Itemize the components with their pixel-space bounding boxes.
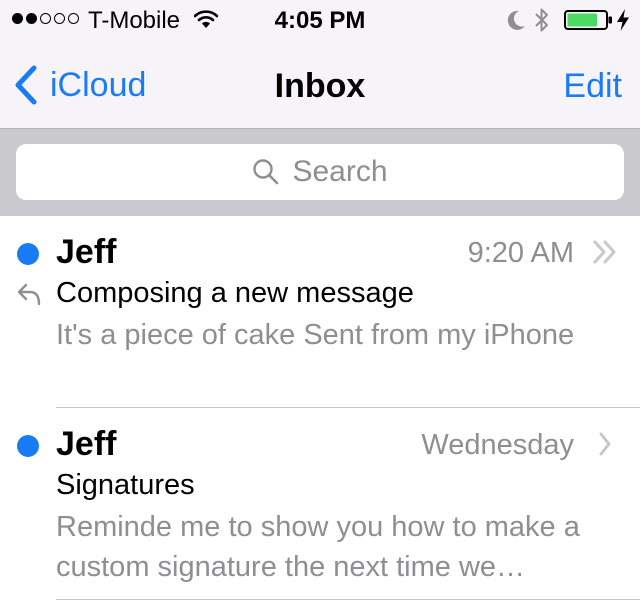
search-bar: Search xyxy=(0,128,640,216)
unread-indicator xyxy=(17,435,39,457)
mail-inbox-screen: T-Mobile 4:05 PM iCloud Inbox Edit Searc… xyxy=(0,0,640,601)
message-date: Wednesday xyxy=(421,429,574,461)
message-date: 9:20 AM xyxy=(467,237,574,269)
status-bar: T-Mobile 4:05 PM xyxy=(0,0,640,40)
navigation-bar: iCloud Inbox Edit xyxy=(0,40,640,128)
chevron-right-icon xyxy=(598,430,612,463)
message-preview: Reminde me to show you how to make a cus… xyxy=(56,511,580,583)
bluetooth-icon xyxy=(534,7,550,38)
message-subject: Composing a new message xyxy=(56,277,414,309)
charging-bolt-icon xyxy=(616,8,630,37)
message-sender: Jeff xyxy=(56,233,117,271)
search-placeholder: Search xyxy=(292,155,388,188)
row-separator xyxy=(56,599,640,600)
edit-button[interactable]: Edit xyxy=(563,66,622,106)
unread-indicator xyxy=(17,243,39,265)
message-subject: Signatures xyxy=(56,469,195,501)
message-sender: Jeff xyxy=(56,425,117,463)
page-title: Inbox xyxy=(274,67,366,105)
message-row[interactable]: Jeff 9:20 AM Composing a new message It'… xyxy=(0,216,640,408)
replied-arrow-icon xyxy=(16,280,42,311)
search-input[interactable]: Search xyxy=(16,144,624,200)
double-chevron-right-icon xyxy=(592,238,618,271)
message-preview: It's a piece of cake Sent from my iPhone xyxy=(56,319,575,351)
message-row[interactable]: Jeff Wednesday Signatures Reminde me to … xyxy=(0,408,640,600)
message-list: Jeff 9:20 AM Composing a new message It'… xyxy=(0,216,640,601)
moon-icon xyxy=(506,9,526,36)
battery-level-fill xyxy=(567,13,598,27)
search-icon xyxy=(253,159,279,185)
battery-icon xyxy=(564,10,614,35)
